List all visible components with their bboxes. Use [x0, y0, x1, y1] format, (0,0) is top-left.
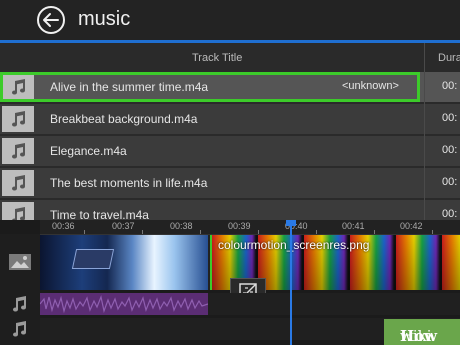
ruler-tick-label: 00:42 — [400, 221, 423, 231]
ruler-tick-label: 00:38 — [170, 221, 193, 231]
audio-track — [40, 293, 460, 315]
track-row[interactable]: Alive in the summer time.m4a <unknown> 0… — [0, 72, 460, 104]
audio-track-2-icon[interactable] — [10, 320, 30, 338]
column-header-duration[interactable]: Dura — [438, 52, 460, 64]
track-row[interactable]: Time to travel.m4a 00: — [0, 200, 460, 220]
track-row[interactable]: Breakbeat background.m4a 00: — [0, 104, 460, 136]
audio-track-icon[interactable] — [10, 295, 30, 313]
ruler-tick — [200, 230, 201, 234]
back-button[interactable] — [36, 5, 66, 35]
ruler-tick — [316, 230, 317, 234]
track-name: The best moments in life.m4a — [50, 176, 208, 190]
music-note-icon — [2, 170, 34, 196]
video-track-icon[interactable] — [8, 252, 32, 272]
track-list: Track Title Dura Alive in the summer tim… — [0, 43, 460, 220]
ruler-tick — [258, 230, 259, 234]
top-bar: music — [0, 0, 460, 40]
track-row[interactable]: Elegance.m4a 00: — [0, 136, 460, 168]
music-note-icon — [2, 74, 34, 100]
track-name: Elegance.m4a — [50, 144, 127, 158]
ruler-tick-label: 00:37 — [112, 221, 135, 231]
audio-clip[interactable] — [40, 293, 208, 315]
wikihow-logo: wiki How — [384, 319, 460, 345]
clip-filename: colourmotion_screenres.png — [218, 238, 370, 252]
track-duration: 00: — [442, 80, 458, 92]
track-name: Alive in the summer time.m4a — [50, 80, 209, 94]
track-duration: 00: — [442, 112, 458, 124]
ruler-tick-label: 00:36 — [52, 221, 75, 231]
ruler-tick — [142, 230, 143, 234]
music-note-icon — [2, 202, 34, 220]
track-header-column — [0, 234, 40, 345]
track-duration: 00: — [442, 176, 458, 188]
ruler-tick — [84, 230, 85, 234]
video-track: colourmotion_screenres.png — [40, 235, 460, 306]
ruler-tick-label: 00:41 — [342, 221, 365, 231]
music-note-icon — [2, 106, 34, 132]
track-duration: 00: — [442, 208, 458, 220]
playhead[interactable] — [290, 220, 292, 345]
track-name: Time to travel.m4a — [50, 208, 149, 220]
back-arrow-icon — [37, 6, 65, 34]
video-clip-thumbnail — [71, 249, 115, 269]
audio-waveform — [40, 294, 208, 314]
track-duration: 00: — [442, 144, 458, 156]
track-row[interactable]: The best moments in life.m4a 00: — [0, 168, 460, 200]
page-title: music — [78, 8, 131, 30]
column-divider — [424, 43, 425, 220]
column-header-row: Track Title Dura — [0, 43, 460, 73]
time-ruler[interactable]: 00:36 00:37 00:38 00:39 00:40 00:41 00:4… — [40, 220, 460, 235]
ruler-tick — [432, 230, 433, 234]
track-artist: <unknown> — [342, 80, 399, 92]
ruler-tick-label: 00:39 — [228, 221, 251, 231]
ruler-tick — [374, 230, 375, 234]
video-clip[interactable] — [40, 235, 208, 290]
column-header-title[interactable]: Track Title — [192, 52, 242, 64]
music-note-icon — [2, 138, 34, 164]
track-name: Breakbeat background.m4a — [50, 112, 198, 126]
